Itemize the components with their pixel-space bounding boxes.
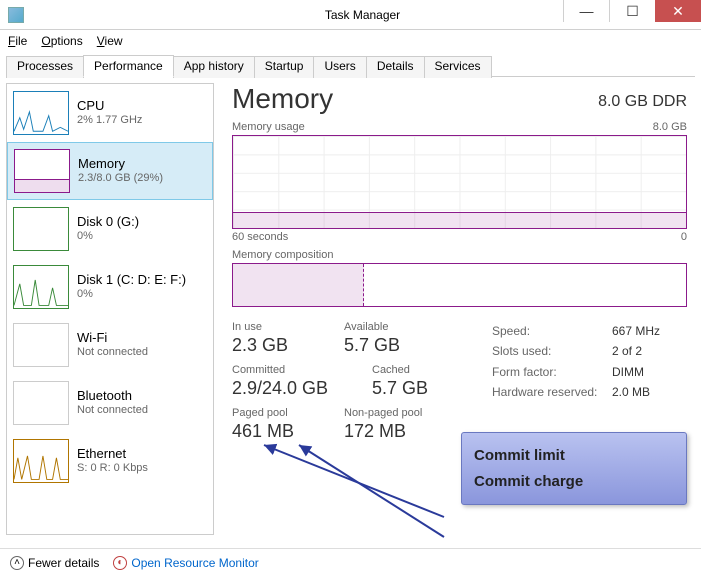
sidebar-item-label: Ethernet (77, 446, 148, 462)
speed-key: Speed: (492, 321, 612, 341)
sidebar-item-label: CPU (77, 98, 142, 114)
memory-capacity: 8.0 GB DDR (598, 93, 687, 111)
sidebar-item-sub: 2% 1.77 GHz (77, 114, 142, 128)
cached-label: Cached (372, 364, 456, 376)
performance-sidebar[interactable]: CPU 2% 1.77 GHz Memory 2.3/8.0 GB (29%) … (6, 83, 214, 535)
sidebar-item-label: Disk 1 (C: D: E: F:) (77, 272, 186, 288)
axis-right: 0 (681, 231, 687, 243)
tab-apphistory[interactable]: App history (173, 56, 255, 78)
minimize-button[interactable]: — (563, 0, 609, 22)
bluetooth-mini-graph-icon (13, 381, 69, 425)
sidebar-item-ethernet[interactable]: Ethernet S: 0 R: 0 Kbps (7, 432, 213, 490)
paged-value: 461 MB (232, 421, 316, 442)
disk-mini-graph-icon (13, 207, 69, 251)
sidebar-item-memory[interactable]: Memory 2.3/8.0 GB (29%) (7, 142, 213, 200)
tab-strip: Processes Performance App history Startu… (6, 54, 695, 77)
disk-mini-graph-icon (13, 265, 69, 309)
sidebar-item-disk0[interactable]: Disk 0 (G:) 0% (7, 200, 213, 258)
maximize-button[interactable]: ☐ (609, 0, 655, 22)
sidebar-item-label: Wi-Fi (77, 330, 148, 346)
sidebar-item-label: Disk 0 (G:) (77, 214, 139, 230)
sidebar-item-sub: S: 0 R: 0 Kbps (77, 462, 148, 476)
memory-composition-chart[interactable] (232, 263, 687, 307)
annotation-callout: Commit limit Commit charge (461, 432, 687, 505)
sidebar-item-sub: Not connected (77, 346, 148, 360)
chevron-up-icon: ˄ (10, 556, 24, 570)
menu-bar: File Options View (0, 30, 701, 52)
title-bar: Task Manager — ☐ ✕ (0, 0, 701, 30)
annotation-arrow-icon (244, 427, 464, 547)
sidebar-item-bluetooth[interactable]: Bluetooth Not connected (7, 374, 213, 432)
resource-monitor-icon: ◐ (113, 556, 127, 570)
menu-view[interactable]: View (97, 34, 123, 48)
composition-label: Memory composition (232, 249, 333, 261)
sidebar-item-wifi[interactable]: Wi-Fi Not connected (7, 316, 213, 374)
wifi-mini-graph-icon (13, 323, 69, 367)
tab-startup[interactable]: Startup (254, 56, 315, 78)
cached-value: 5.7 GB (372, 378, 456, 399)
usage-chart-max: 8.0 GB (653, 121, 687, 133)
tab-performance[interactable]: Performance (83, 55, 174, 77)
tab-users[interactable]: Users (313, 56, 366, 78)
hw-value: 2.0 MB (612, 382, 650, 402)
menu-options[interactable]: Options (41, 34, 82, 48)
nonpaged-label: Non-paged pool (344, 407, 428, 419)
memory-mini-graph-icon (14, 149, 70, 193)
menu-file[interactable]: File (8, 34, 27, 48)
fewer-details-label: Fewer details (28, 556, 99, 570)
slots-key: Slots used: (492, 341, 612, 361)
content-area: CPU 2% 1.77 GHz Memory 2.3/8.0 GB (29%) … (0, 77, 701, 541)
close-button[interactable]: ✕ (655, 0, 701, 22)
cpu-mini-graph-icon (13, 91, 69, 135)
page-title: Memory (232, 83, 333, 115)
detail-pane: Memory 8.0 GB DDR Memory usage 8.0 GB 60… (214, 77, 701, 541)
slots-value: 2 of 2 (612, 341, 642, 361)
available-label: Available (344, 321, 428, 333)
memory-properties: Speed:667 MHz Slots used:2 of 2 Form fac… (492, 321, 660, 442)
speed-value: 667 MHz (612, 321, 660, 341)
sidebar-item-sub: 0% (77, 288, 186, 302)
sidebar-item-label: Bluetooth (77, 388, 148, 404)
nonpaged-value: 172 MB (344, 421, 428, 442)
ethernet-mini-graph-icon (13, 439, 69, 483)
sidebar-item-sub: 0% (77, 230, 139, 244)
tab-processes[interactable]: Processes (6, 56, 84, 78)
axis-left: 60 seconds (232, 231, 288, 243)
hw-key: Hardware reserved: (492, 382, 612, 402)
form-value: DIMM (612, 362, 644, 382)
form-key: Form factor: (492, 362, 612, 382)
sidebar-item-cpu[interactable]: CPU 2% 1.77 GHz (7, 84, 213, 142)
fewer-details-button[interactable]: ˄ Fewer details (10, 556, 99, 570)
available-value: 5.7 GB (344, 335, 428, 356)
sidebar-item-sub: 2.3/8.0 GB (29%) (78, 172, 163, 186)
inuse-value: 2.3 GB (232, 335, 316, 356)
committed-label: Committed (232, 364, 344, 376)
stats-grid: In use 2.3 GB Available 5.7 GB Committed… (232, 321, 687, 442)
callout-line1: Commit limit (474, 443, 674, 469)
open-resource-monitor-link[interactable]: ◐ Open Resource Monitor (113, 556, 258, 570)
footer-bar: ˄ Fewer details ◐ Open Resource Monitor (0, 548, 701, 576)
tab-services[interactable]: Services (424, 56, 492, 78)
resource-monitor-label: Open Resource Monitor (131, 556, 258, 570)
sidebar-item-label: Memory (78, 156, 163, 172)
app-icon (8, 7, 24, 23)
committed-value: 2.9/24.0 GB (232, 378, 344, 399)
inuse-label: In use (232, 321, 316, 333)
memory-usage-chart[interactable] (232, 135, 687, 229)
sidebar-item-sub: Not connected (77, 404, 148, 418)
paged-label: Paged pool (232, 407, 316, 419)
usage-chart-label: Memory usage (232, 121, 305, 133)
tab-details[interactable]: Details (366, 56, 425, 78)
callout-line2: Commit charge (474, 469, 674, 495)
sidebar-item-disk1[interactable]: Disk 1 (C: D: E: F:) 0% (7, 258, 213, 316)
